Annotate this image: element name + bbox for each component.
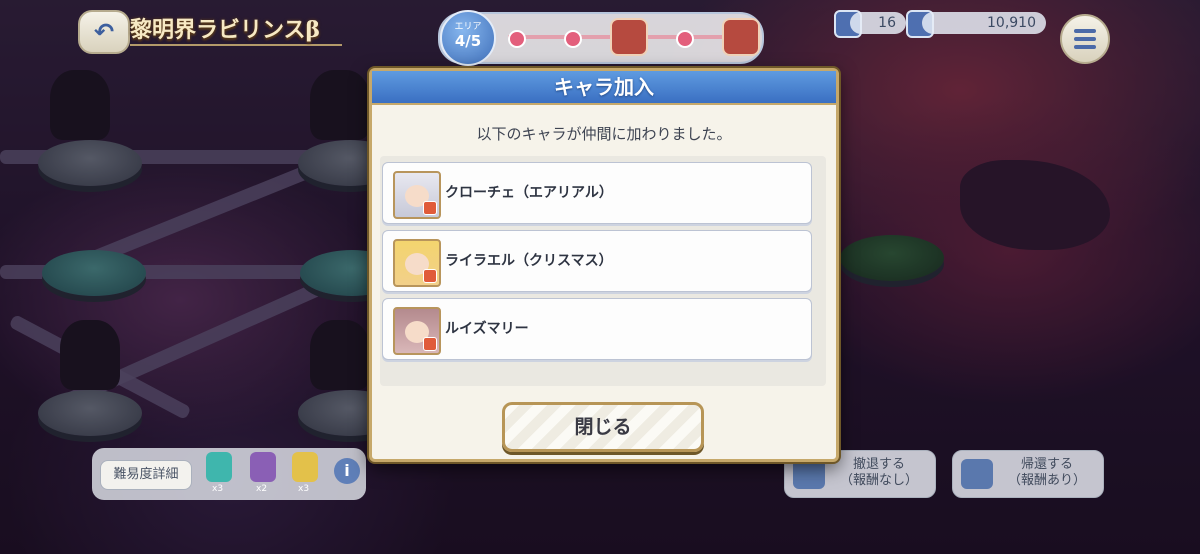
character-avatar [393,239,441,287]
menu-button[interactable] [1060,14,1110,64]
difficulty-detail-button[interactable]: 難易度詳細 [100,460,192,490]
element-badge-icon [423,269,437,283]
yellow-gem-count: x3 [298,484,310,494]
return-button[interactable]: 帰還する （報酬あり） [952,450,1104,498]
ticket-count: 16 [850,12,906,34]
teal-gem-icon [206,452,232,482]
back-arrow-icon: ↶ [93,18,115,46]
character-row: ライラエル（クリスマス） [382,230,812,292]
character-join-dialog: キャラ加入 以下のキャラが仲間に加わりました。 クローチェ（エアリアル） ライラ… [369,68,839,462]
purple-gem-count: x2 [256,484,268,494]
character-row: ルイズマリー [382,298,812,360]
element-badge-icon [423,201,437,215]
area-progress-badge: エリア 4/5 [440,10,496,66]
teal-gem-count: x3 [212,484,224,494]
progress-step-dot [676,30,694,48]
area-progress-value: 4/5 [454,32,482,50]
back-button[interactable]: ↶ [78,10,130,54]
progress-step-dot [564,30,582,48]
character-avatar [393,307,441,355]
gem-count: 10,910 [922,12,1046,34]
character-name: ルイズマリー [445,321,529,337]
info-icon[interactable]: i [334,458,360,484]
character-name: ライラエル（クリスマス） [445,253,613,269]
hamburger-menu-icon [1074,29,1096,49]
close-button[interactable]: 閉じる [502,402,704,452]
retreat-label: 撤退する （報酬なし） [839,457,918,488]
dialog-title: キャラ加入 [372,71,836,105]
character-list: クローチェ（エアリアル） ライラエル（クリスマス） ルイズマリー [380,156,826,386]
return-label: 帰還する （報酬あり） [1007,457,1086,488]
area-label: エリア [454,22,482,32]
character-name: クローチェ（エアリアル） [445,185,613,201]
return-gate-icon [961,459,993,489]
retreat-arrow-icon [793,459,825,489]
character-row: クローチェ（エアリアル） [382,162,812,224]
boss-stage-icon [722,18,760,56]
element-badge-icon [423,337,437,351]
progress-step-dot [508,30,526,48]
area-title: 黎明界ラビリンスβ [130,12,343,46]
character-avatar [393,171,441,219]
boss-stage-icon [610,18,648,56]
purple-gem-icon [250,452,276,482]
dialog-message: 以下のキャラが仲間に加わりました。 [476,125,732,143]
yellow-gem-icon [292,452,318,482]
